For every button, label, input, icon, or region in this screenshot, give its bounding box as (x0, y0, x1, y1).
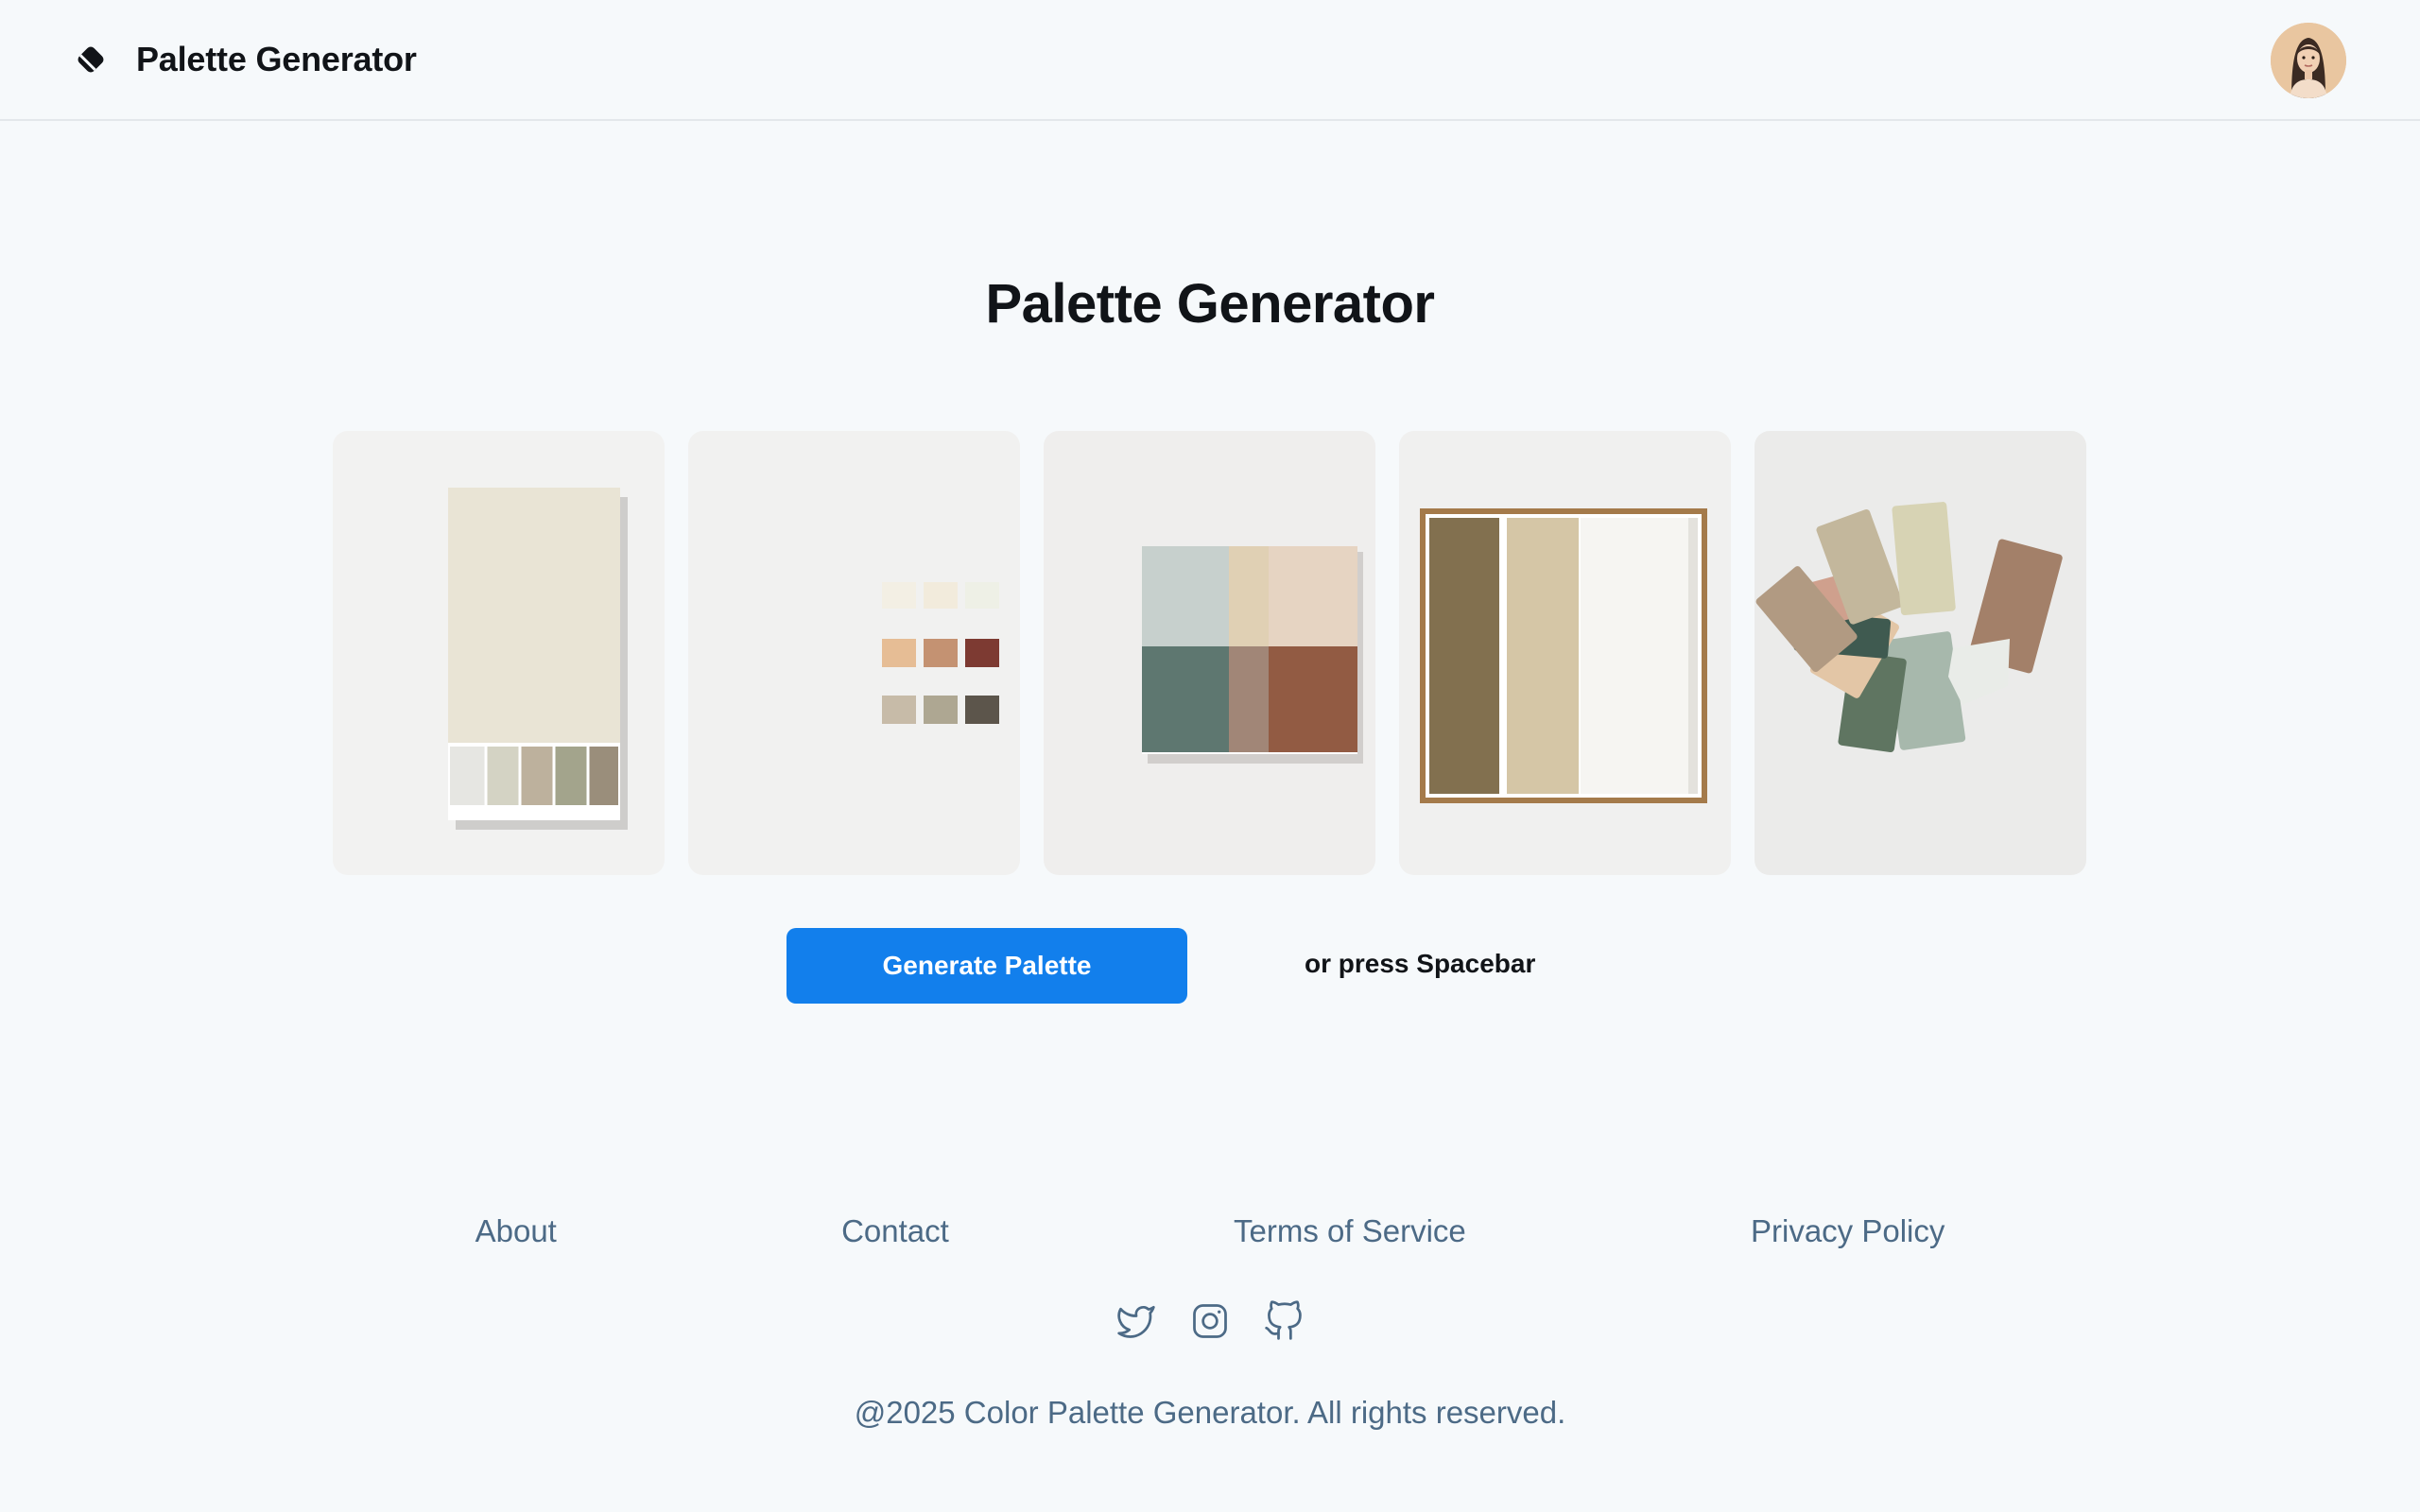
generate-palette-button[interactable]: Generate Palette (786, 928, 1187, 1004)
top-header: Palette Generator (0, 0, 2420, 121)
footer-link-terms[interactable]: Terms of Service (1234, 1213, 1466, 1249)
page-title: Palette Generator (985, 273, 1435, 335)
footer-link-privacy[interactable]: Privacy Policy (1751, 1213, 1945, 1249)
github-icon[interactable] (1263, 1300, 1305, 1342)
fan-deck-card[interactable] (1754, 431, 2086, 875)
brand-name[interactable]: Palette Generator (136, 40, 417, 79)
user-avatar[interactable] (2271, 23, 2346, 98)
spacebar-hint: or press Spacebar (1305, 949, 1536, 978)
copyright-text: @2025 Color Palette Generator. All right… (854, 1395, 1566, 1430)
footer-link-contact[interactable]: Contact (841, 1213, 949, 1249)
footer-nav: About Contact Terms of Service Privacy P… (333, 1213, 2087, 1249)
footer-link-about[interactable]: About (475, 1213, 557, 1249)
tall-swatch-card[interactable] (333, 431, 665, 875)
social-links (0, 1300, 2420, 1342)
palette-cards (333, 431, 2086, 875)
diamond-logo-icon[interactable] (74, 43, 108, 77)
block-palette-card[interactable] (1044, 431, 1375, 875)
small-swatches-card[interactable] (688, 431, 1020, 875)
framed-stripes-card[interactable] (1399, 431, 1731, 875)
instagram-icon[interactable] (1189, 1300, 1231, 1342)
twitter-icon[interactable] (1115, 1300, 1157, 1342)
